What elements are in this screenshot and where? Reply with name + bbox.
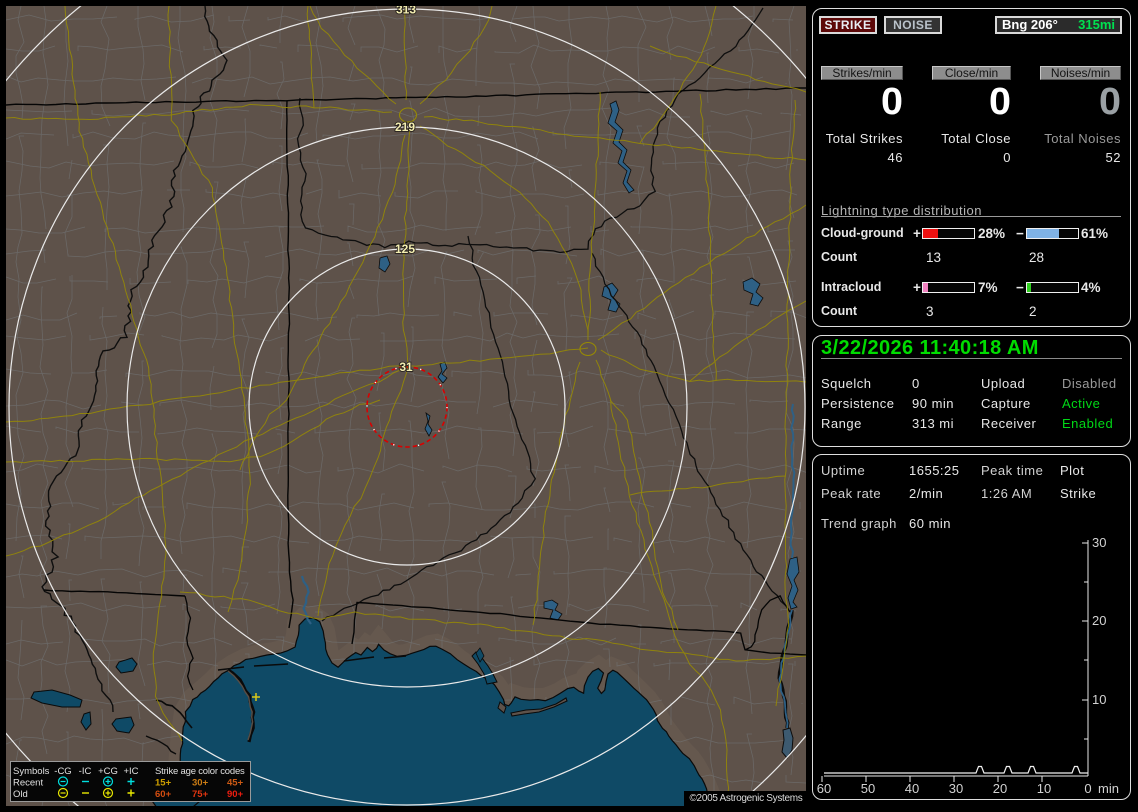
svg-text:125: 125 xyxy=(395,242,415,256)
svg-text:31: 31 xyxy=(399,360,413,374)
svg-text:219: 219 xyxy=(395,120,415,134)
svg-text:313: 313 xyxy=(396,6,416,17)
